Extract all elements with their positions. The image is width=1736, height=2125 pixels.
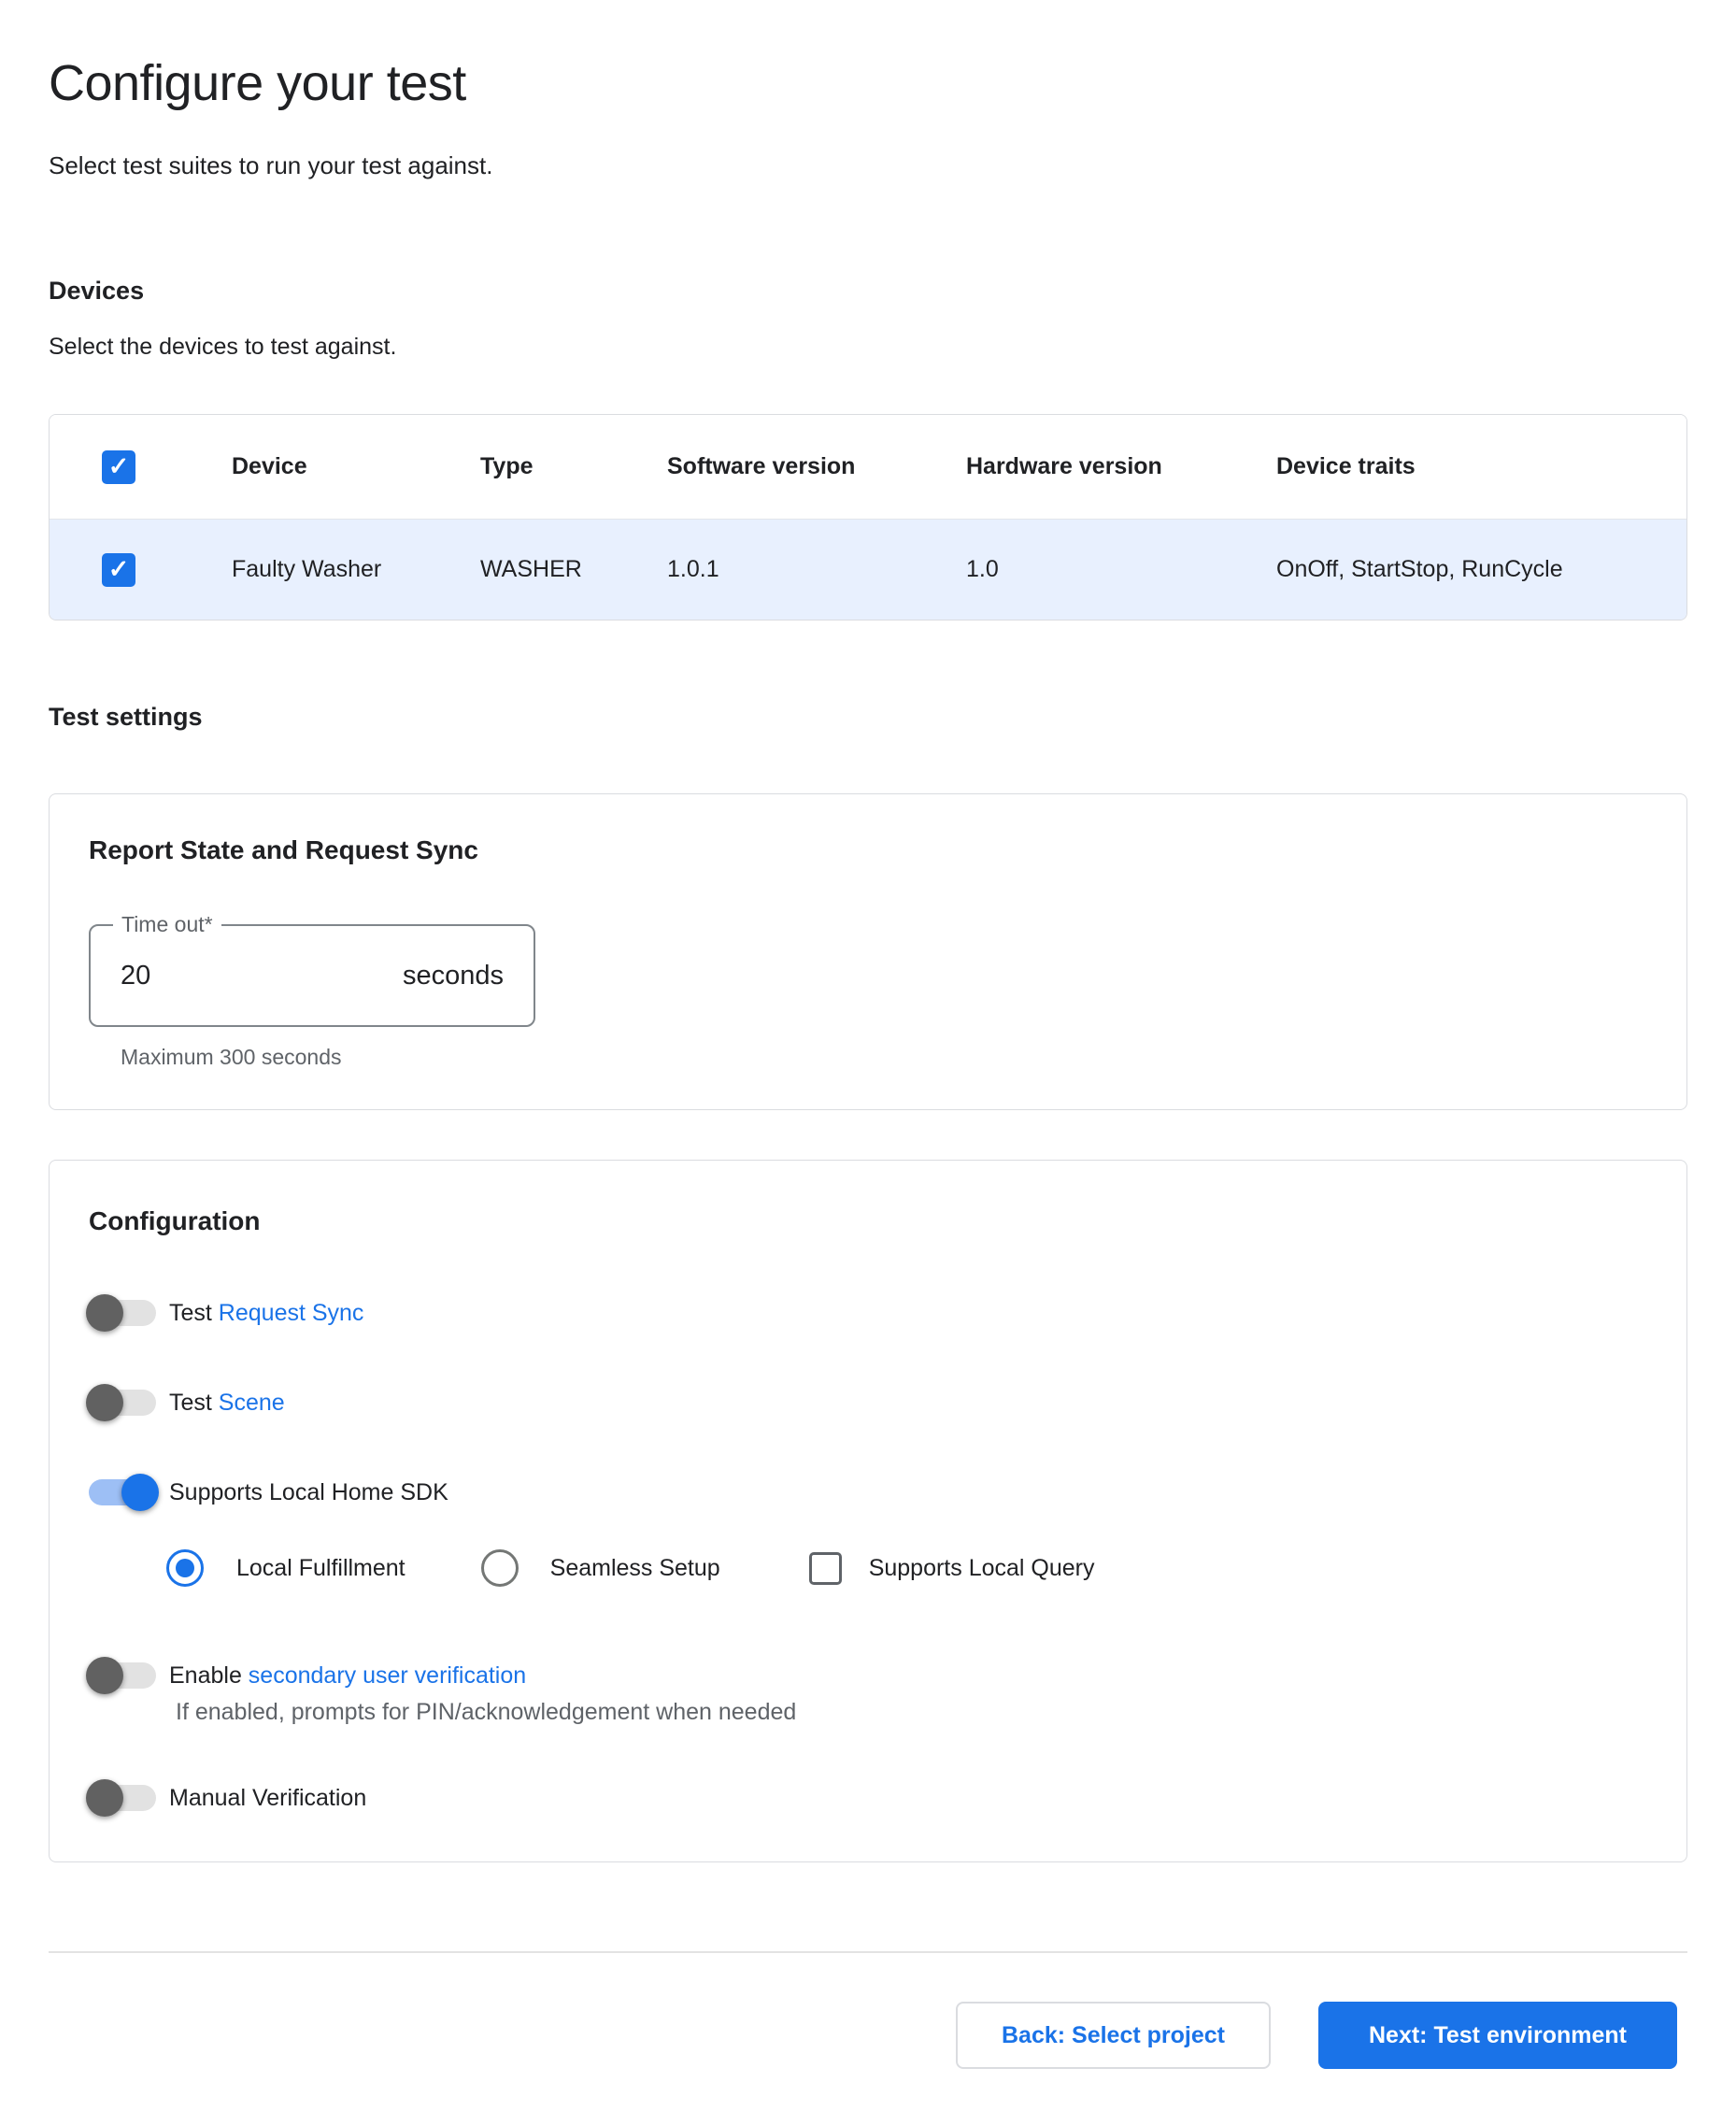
local-fulfillment-label: Local Fulfillment <box>236 1555 406 1582</box>
supports-local-query-checkbox[interactable] <box>809 1552 842 1585</box>
secondary-user-verification-link[interactable]: secondary user verification <box>249 1662 526 1690</box>
select-all-checkbox[interactable]: ✓ <box>102 450 135 484</box>
seamless-setup-radio[interactable] <box>481 1549 519 1587</box>
timeout-helper: Maximum 300 seconds <box>121 1045 342 1070</box>
request-sync-link[interactable]: Request Sync <box>219 1300 364 1327</box>
configure-test-page: Configure your test Select test suites t… <box>0 0 1736 2125</box>
devices-table: ✓ Device Type Software version Hardware … <box>49 414 1687 620</box>
checkmark-icon: ✓ <box>108 555 130 584</box>
toggle-label: Supports Local Home SDK <box>169 1479 448 1506</box>
column-header-device: Device <box>232 453 480 480</box>
test-scene-toggle[interactable] <box>89 1390 156 1416</box>
timeout-unit: seconds <box>403 961 504 991</box>
column-header-software-version: Software version <box>667 453 966 480</box>
scene-link[interactable]: Scene <box>219 1390 285 1417</box>
supports-local-sdk-toggle[interactable] <box>89 1479 156 1505</box>
configuration-card: Configuration Test Request Sync Test Sce… <box>49 1160 1687 1862</box>
cell-software-version: 1.0.1 <box>667 556 966 583</box>
back-button[interactable]: Back: Select project <box>956 2002 1271 2069</box>
timeout-field-label: Time out* <box>113 912 221 937</box>
cell-device-traits: OnOff, StartStop, RunCycle <box>1276 556 1686 583</box>
column-header-type: Type <box>480 453 667 480</box>
table-row[interactable]: ✓ Faulty Washer WASHER 1.0.1 1.0 OnOff, … <box>50 520 1686 620</box>
manual-verification-row: Manual Verification <box>89 1776 366 1820</box>
next-button[interactable]: Next: Test environment <box>1318 2002 1677 2069</box>
supports-local-sdk-row: Supports Local Home SDK <box>89 1470 448 1515</box>
test-request-sync-toggle[interactable] <box>89 1300 156 1326</box>
cell-device: Faulty Washer <box>232 556 480 583</box>
secondary-verification-toggle[interactable] <box>89 1662 156 1689</box>
toggle-label: Enable <box>169 1662 249 1690</box>
devices-description: Select the devices to test against. <box>49 334 396 361</box>
supports-local-query-label: Supports Local Query <box>869 1555 1095 1582</box>
page-subtitle: Select test suites to run your test agai… <box>49 151 492 180</box>
toggle-knob <box>86 1657 123 1694</box>
toggle-label: Test <box>169 1390 219 1417</box>
local-fulfillment-radio[interactable] <box>166 1549 204 1587</box>
test-settings-heading: Test settings <box>49 703 203 732</box>
seamless-setup-label: Seamless Setup <box>550 1555 720 1582</box>
footer-divider <box>49 1951 1687 1953</box>
configuration-card-title: Configuration <box>89 1206 261 1236</box>
toggle-label: Manual Verification <box>169 1785 366 1812</box>
toggle-knob <box>86 1779 123 1817</box>
test-scene-row: Test Scene <box>89 1380 285 1425</box>
toggle-knob <box>121 1474 159 1511</box>
secondary-verification-row: Enable secondary user verification <box>89 1653 526 1698</box>
row-checkbox[interactable]: ✓ <box>102 553 135 587</box>
test-request-sync-row: Test Request Sync <box>89 1291 363 1335</box>
timeout-input[interactable] <box>121 961 307 991</box>
manual-verification-toggle[interactable] <box>89 1785 156 1811</box>
cell-type: WASHER <box>480 556 667 583</box>
devices-heading: Devices <box>49 277 144 306</box>
toggle-label: Test <box>169 1300 219 1327</box>
toggle-knob <box>86 1294 123 1332</box>
devices-table-header: ✓ Device Type Software version Hardware … <box>50 415 1686 520</box>
secondary-verification-helper: If enabled, prompts for PIN/acknowledgem… <box>176 1699 796 1726</box>
local-sdk-options-row: Local Fulfillment Seamless Setup Support… <box>166 1547 1094 1590</box>
report-state-card-title: Report State and Request Sync <box>89 835 478 865</box>
timeout-field: Time out* seconds <box>89 924 535 1027</box>
cell-hardware-version: 1.0 <box>966 556 1276 583</box>
page-title: Configure your test <box>49 54 466 112</box>
toggle-knob <box>86 1384 123 1421</box>
column-header-device-traits: Device traits <box>1276 453 1686 480</box>
report-state-card: Report State and Request Sync Time out* … <box>49 793 1687 1110</box>
column-header-hardware-version: Hardware version <box>966 453 1276 480</box>
checkmark-icon: ✓ <box>108 452 130 481</box>
